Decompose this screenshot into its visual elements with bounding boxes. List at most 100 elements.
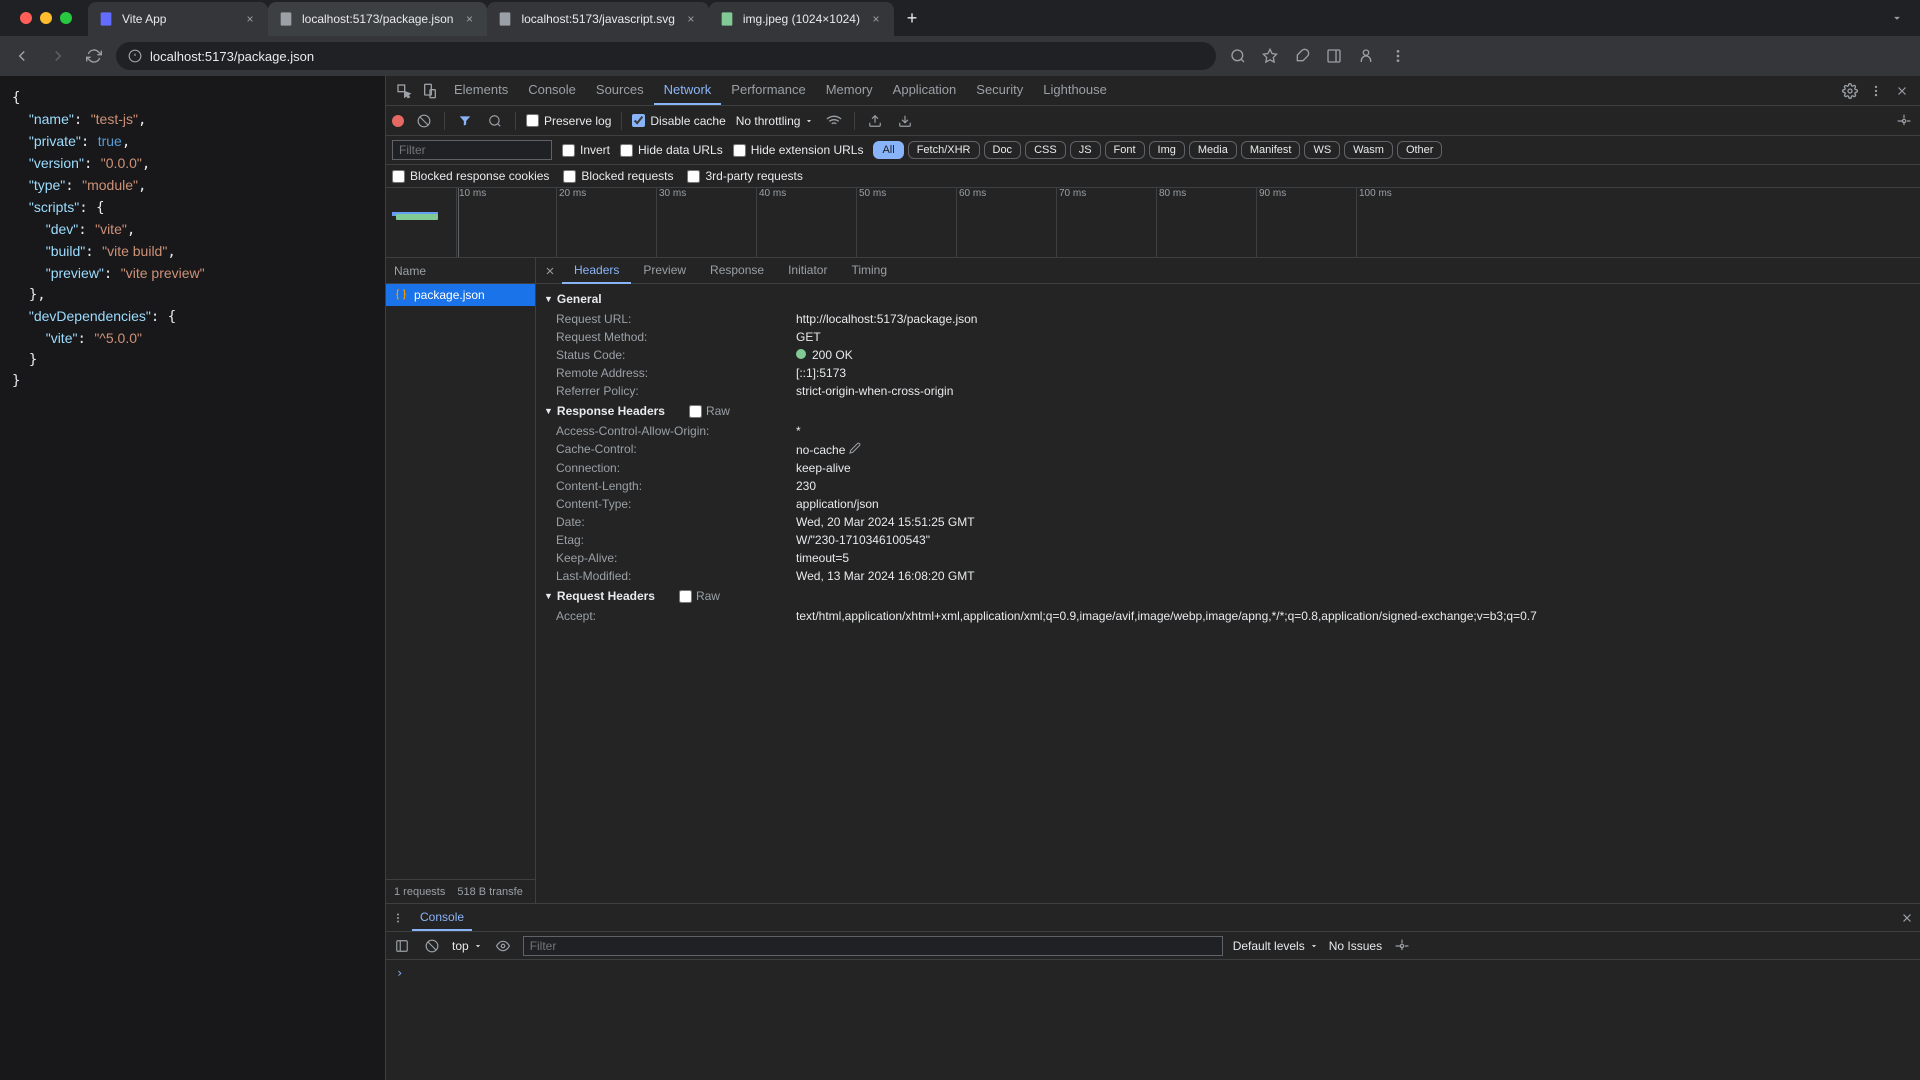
extensions-icon[interactable] <box>1288 42 1316 70</box>
filter-type-manifest[interactable]: Manifest <box>1241 141 1301 159</box>
inspect-element-icon[interactable] <box>392 79 416 103</box>
log-levels-select[interactable]: Default levels <box>1233 939 1319 953</box>
tab-close-icon[interactable]: × <box>868 11 884 27</box>
devtools-settings-icon[interactable] <box>1838 79 1862 103</box>
window-minimize[interactable] <box>40 12 52 24</box>
live-expression-icon[interactable] <box>493 936 513 956</box>
zoom-icon[interactable] <box>1224 42 1252 70</box>
filter-type-wasm[interactable]: Wasm <box>1344 141 1393 159</box>
search-icon[interactable] <box>485 111 505 131</box>
console-clear-icon[interactable] <box>422 936 442 956</box>
throttling-select[interactable]: No throttling <box>736 114 815 128</box>
forward-button[interactable] <box>44 42 72 70</box>
export-har-icon[interactable] <box>895 111 915 131</box>
devtools-tab-security[interactable]: Security <box>966 76 1033 105</box>
filter-type-img[interactable]: Img <box>1149 141 1185 159</box>
browser-tab[interactable]: img.jpeg (1024×1024)× <box>709 2 894 36</box>
console-tab[interactable]: Console <box>412 905 472 931</box>
section-header[interactable]: ▼General <box>536 288 1920 310</box>
console-close-icon[interactable] <box>1900 911 1914 925</box>
detail-tab-response[interactable]: Response <box>698 258 776 284</box>
preserve-log-checkbox[interactable]: Preserve log <box>526 114 611 128</box>
blocked-requests-checkbox[interactable]: Blocked requests <box>563 169 673 183</box>
header-value: application/json <box>796 497 1912 511</box>
console-more-icon[interactable] <box>392 912 404 924</box>
browser-tab[interactable]: localhost:5173/package.json× <box>268 2 487 36</box>
section-header[interactable]: ▼Response Headers Raw <box>536 400 1920 422</box>
filter-type-css[interactable]: CSS <box>1025 141 1066 159</box>
issues-label[interactable]: No Issues <box>1329 939 1382 953</box>
network-timeline[interactable]: 10 ms20 ms30 ms40 ms50 ms60 ms70 ms80 ms… <box>386 188 1920 258</box>
filter-type-ws[interactable]: WS <box>1304 141 1340 159</box>
raw-checkbox[interactable]: Raw <box>679 589 720 603</box>
tab-close-icon[interactable]: × <box>242 11 258 27</box>
section-header[interactable]: ▼Request Headers Raw <box>536 585 1920 607</box>
devtools-tab-elements[interactable]: Elements <box>444 76 518 105</box>
record-button[interactable] <box>392 115 404 127</box>
header-row: Cache-Control:no-cache <box>536 440 1920 459</box>
edit-icon[interactable] <box>849 442 861 454</box>
import-har-icon[interactable] <box>865 111 885 131</box>
console-settings-icon[interactable] <box>1392 936 1412 956</box>
console-filter-input[interactable] <box>523 936 1223 956</box>
tab-close-icon[interactable]: × <box>461 11 477 27</box>
filter-type-media[interactable]: Media <box>1189 141 1237 159</box>
devtools-tab-lighthouse[interactable]: Lighthouse <box>1033 76 1117 105</box>
devtools-tab-application[interactable]: Application <box>883 76 967 105</box>
filter-type-other[interactable]: Other <box>1397 141 1443 159</box>
console-body[interactable]: › <box>386 960 1920 1080</box>
site-info-icon[interactable] <box>128 49 142 63</box>
network-settings-icon[interactable] <box>1894 111 1914 131</box>
menu-icon[interactable] <box>1384 42 1412 70</box>
device-toolbar-icon[interactable] <box>418 79 442 103</box>
detail-tab-headers[interactable]: Headers <box>562 258 631 284</box>
devtools-close-icon[interactable] <box>1890 79 1914 103</box>
back-button[interactable] <box>8 42 36 70</box>
tabs-dropdown[interactable] <box>1882 11 1912 25</box>
filter-type-font[interactable]: Font <box>1105 141 1145 159</box>
filter-type-js[interactable]: JS <box>1070 141 1101 159</box>
browser-tab[interactable]: localhost:5173/javascript.svg× <box>487 2 708 36</box>
close-detail-icon[interactable] <box>540 261 560 281</box>
timeline-tick: 50 ms <box>856 188 886 258</box>
url-text: localhost:5173/package.json <box>150 49 1204 64</box>
devtools-more-icon[interactable] <box>1864 79 1888 103</box>
devtools-tab-performance[interactable]: Performance <box>721 76 815 105</box>
browser-tab[interactable]: Vite App× <box>88 2 268 36</box>
clear-button[interactable] <box>414 111 434 131</box>
reload-button[interactable] <box>80 42 108 70</box>
hide-data-urls-checkbox[interactable]: Hide data URLs <box>620 143 723 157</box>
filter-type-doc[interactable]: Doc <box>984 141 1022 159</box>
console-sidebar-icon[interactable] <box>392 936 412 956</box>
devtools-tab-console[interactable]: Console <box>518 76 586 105</box>
new-tab-button[interactable]: + <box>898 4 926 32</box>
filter-type-all[interactable]: All <box>873 141 903 159</box>
detail-tab-preview[interactable]: Preview <box>631 258 698 284</box>
blocked-cookies-checkbox[interactable]: Blocked response cookies <box>392 169 549 183</box>
network-conditions-icon[interactable] <box>824 111 844 131</box>
filter-type-fetch-xhr[interactable]: Fetch/XHR <box>908 141 980 159</box>
disable-cache-checkbox[interactable]: Disable cache <box>632 114 725 128</box>
filter-input[interactable] <box>392 140 552 160</box>
header-row: Keep-Alive:timeout=5 <box>536 549 1920 567</box>
devtools-tab-network[interactable]: Network <box>654 76 722 105</box>
window-close[interactable] <box>20 12 32 24</box>
detail-tab-timing[interactable]: Timing <box>839 258 899 284</box>
console-context-select[interactable]: top <box>452 939 483 953</box>
devtools-tab-sources[interactable]: Sources <box>586 76 654 105</box>
profile-icon[interactable] <box>1352 42 1380 70</box>
window-maximize[interactable] <box>60 12 72 24</box>
third-party-checkbox[interactable]: 3rd-party requests <box>687 169 802 183</box>
devtools-tab-memory[interactable]: Memory <box>816 76 883 105</box>
filter-icon[interactable] <box>455 111 475 131</box>
timeline-tick: 100 ms <box>1356 188 1392 258</box>
address-bar[interactable]: localhost:5173/package.json <box>116 42 1216 70</box>
bookmark-icon[interactable] <box>1256 42 1284 70</box>
request-row[interactable]: package.json <box>386 284 535 306</box>
tab-close-icon[interactable]: × <box>683 11 699 27</box>
hide-extension-urls-checkbox[interactable]: Hide extension URLs <box>733 143 864 157</box>
raw-checkbox[interactable]: Raw <box>689 404 730 418</box>
side-panel-icon[interactable] <box>1320 42 1348 70</box>
invert-checkbox[interactable]: Invert <box>562 143 610 157</box>
detail-tab-initiator[interactable]: Initiator <box>776 258 839 284</box>
